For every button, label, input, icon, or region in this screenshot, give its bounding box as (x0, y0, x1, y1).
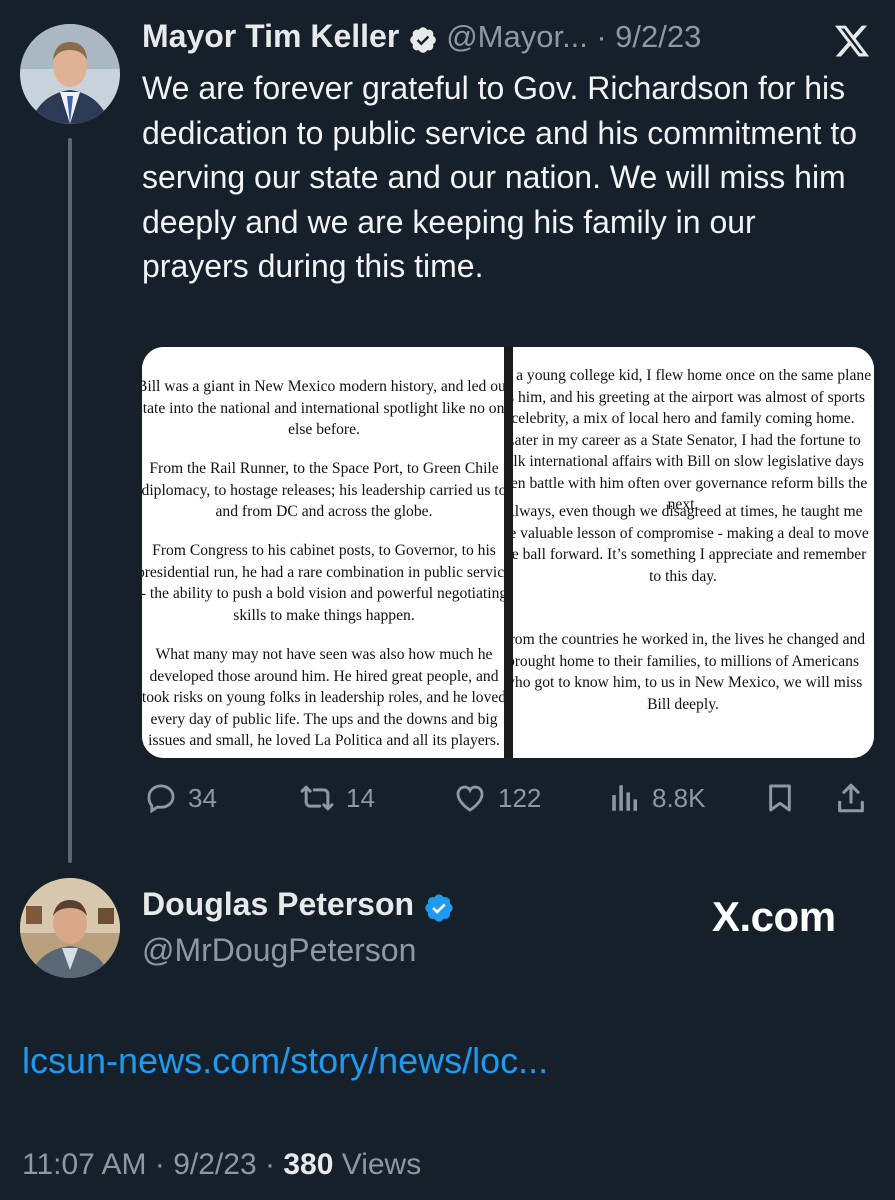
reply-count: 34 (188, 782, 217, 813)
reply-author-name[interactable]: Douglas Peterson (142, 886, 414, 922)
like-button[interactable]: 122 (452, 778, 541, 818)
verified-badge-icon (408, 25, 438, 60)
meta-separator: · (264, 1148, 275, 1181)
share-button[interactable] (834, 778, 878, 818)
article-link[interactable]: lcsun-news.com/story/news/loc... (22, 1040, 548, 1082)
avatar-tim-keller[interactable] (20, 24, 120, 124)
analytics-icon (612, 785, 638, 811)
reply-meta: 11:07 AM · 9/2/23 · 380 Views (22, 1148, 421, 1182)
statement-paragraph: As a young college kid, I flew home once… (513, 367, 872, 513)
bookmark-icon (769, 784, 791, 812)
verified-badge-icon (423, 892, 455, 929)
statement-page-right: As a young college kid, I flew home once… (513, 347, 874, 758)
like-count: 122 (498, 782, 542, 813)
reply-views-label: Views (341, 1148, 422, 1181)
reply-date[interactable]: 9/2/23 (173, 1148, 256, 1181)
avatar-douglas-peterson[interactable] (20, 878, 120, 978)
bookmark-button[interactable] (764, 778, 806, 818)
share-icon (838, 783, 864, 813)
views-count: 8.8K (652, 782, 706, 813)
author-handle[interactable]: @Mayor... (446, 19, 588, 54)
statement-paragraph: Always, even though we disagreed at time… (513, 503, 869, 585)
tweet-media-image[interactable]: Bill was a giant in New Mexico modern hi… (142, 347, 874, 758)
statement-paragraph: From the countries he worked in, the liv… (513, 631, 866, 713)
thread-connector-line (68, 138, 72, 863)
tweet-text: We are forever grateful to Gov. Richards… (142, 70, 858, 285)
author-name[interactable]: Mayor Tim Keller (142, 18, 399, 54)
reply-views-count: 380 (283, 1148, 334, 1181)
header-separator: · (596, 19, 607, 54)
repost-count: 14 (346, 782, 375, 813)
repost-icon (300, 785, 334, 811)
reply-button[interactable]: 34 (144, 778, 217, 818)
statement-paragraph: What many may not have seen was also how… (142, 646, 507, 749)
meta-separator: · (154, 1148, 165, 1181)
heart-icon (456, 785, 484, 812)
reply-header: Douglas Peterson (142, 886, 455, 929)
reply-icon (147, 784, 175, 814)
repost-button[interactable]: 14 (298, 778, 375, 818)
statement-paragraph: From the Rail Runner, to the Space Port,… (142, 460, 507, 520)
reply-author-handle[interactable]: @MrDougPeterson (142, 932, 416, 969)
page-divider (504, 347, 513, 758)
reply-time[interactable]: 11:07 AM (22, 1148, 147, 1181)
statement-paragraph: From Congress to his cabinet posts, to G… (142, 542, 509, 624)
tweet-header: Mayor Tim Keller @Mayor... · 9/2/23 (142, 18, 701, 60)
tweet-date[interactable]: 9/2/23 (615, 19, 701, 54)
x-com-watermark: X.com (712, 893, 836, 940)
x-logo-icon[interactable] (832, 22, 872, 65)
views-button[interactable]: 8.8K (608, 778, 706, 818)
statement-page-left: Bill was a giant in New Mexico modern hi… (142, 347, 509, 758)
statement-paragraph: Bill was a giant in New Mexico modern hi… (142, 378, 509, 438)
